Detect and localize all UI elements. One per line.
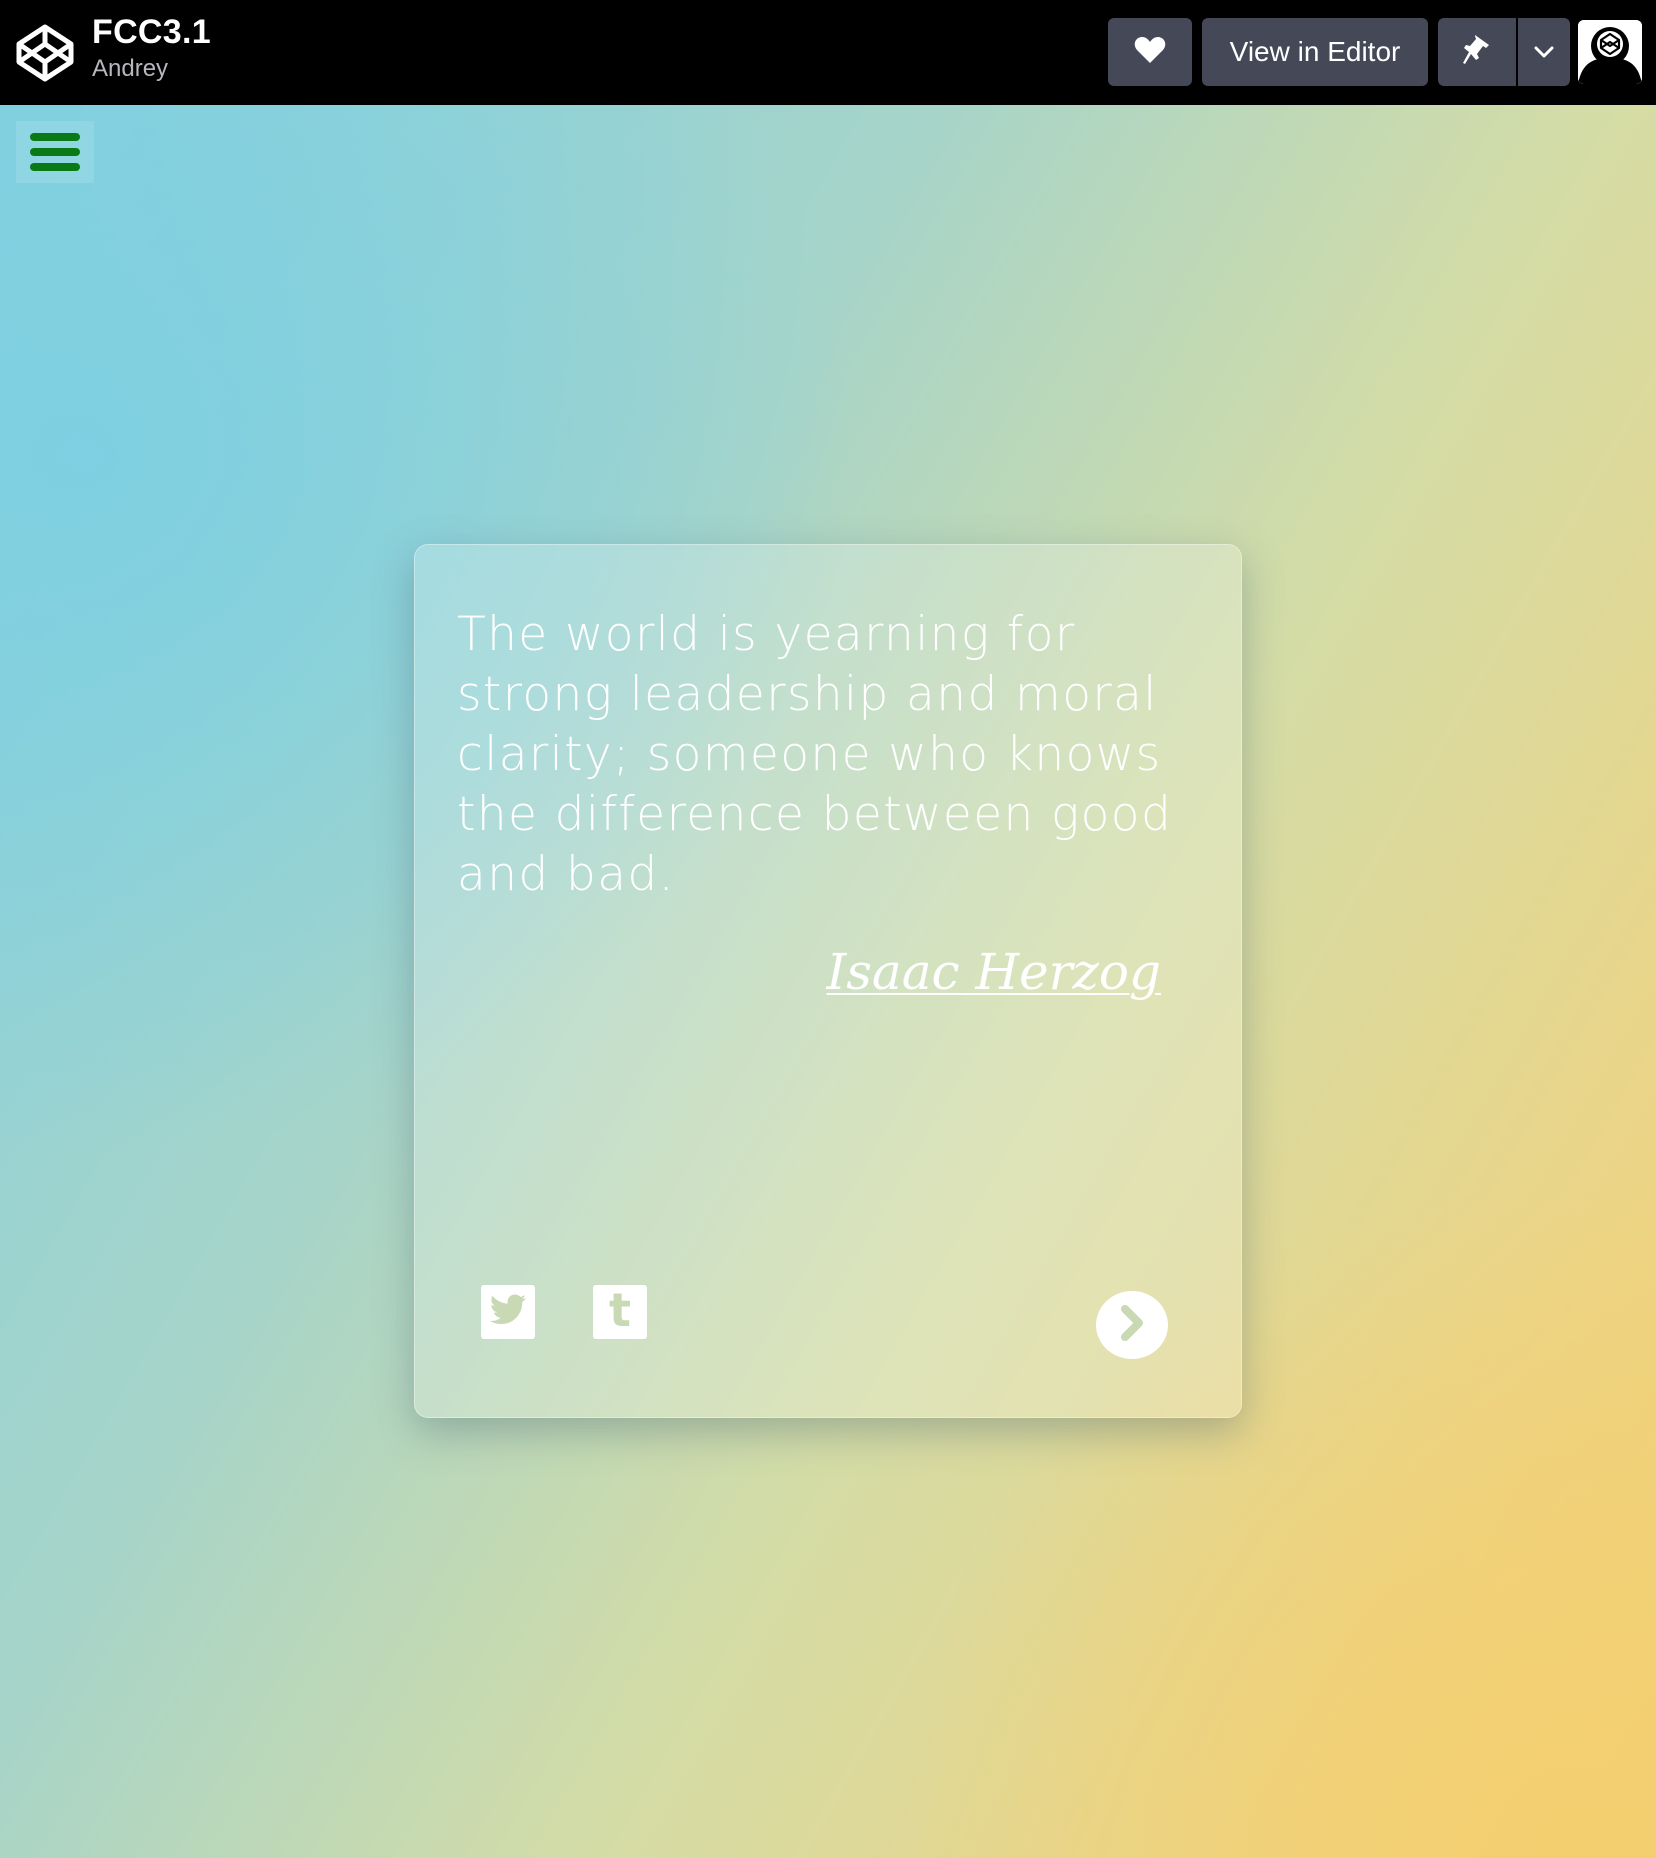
chevron-down-icon [1534, 43, 1554, 62]
tweet-button[interactable] [481, 1285, 535, 1339]
user-avatar[interactable] [1578, 20, 1642, 84]
user-avatar-icon [1578, 20, 1642, 84]
top-bar: FCC3.1 Andrey View in Editor [0, 0, 1656, 105]
pen-title-block: FCC3.1 Andrey [92, 12, 211, 84]
tumblr-share-button[interactable]: t [593, 1285, 647, 1339]
more-options-dropdown[interactable] [1518, 18, 1570, 86]
love-button[interactable] [1108, 18, 1192, 86]
pin-button[interactable] [1438, 18, 1516, 86]
quote-text: The world is yearning for strong leaders… [457, 607, 1173, 902]
pin-icon [1462, 33, 1492, 71]
twitter-icon [489, 1294, 527, 1330]
heart-icon [1134, 36, 1166, 68]
hamburger-menu-icon-bar [30, 148, 80, 156]
hamburger-menu-button[interactable] [16, 121, 94, 183]
pen-title: FCC3.1 [92, 13, 211, 51]
hamburger-menu-icon-bar [30, 163, 80, 171]
view-in-editor-button[interactable]: View in Editor [1202, 18, 1428, 86]
tumblr-icon: t [609, 1283, 631, 1337]
pen-preview: The world is yearning for strong leaders… [0, 105, 1656, 1858]
hamburger-menu-icon [30, 133, 80, 141]
quote-author[interactable]: Isaac Herzog [827, 943, 1161, 1001]
chevron-right-circle-icon [1117, 1303, 1147, 1347]
new-quote-button[interactable] [1096, 1291, 1168, 1359]
quote-card: The world is yearning for strong leaders… [414, 544, 1242, 1418]
codepen-logo-icon[interactable] [14, 22, 76, 84]
pen-author-link[interactable]: Andrey [92, 54, 211, 84]
